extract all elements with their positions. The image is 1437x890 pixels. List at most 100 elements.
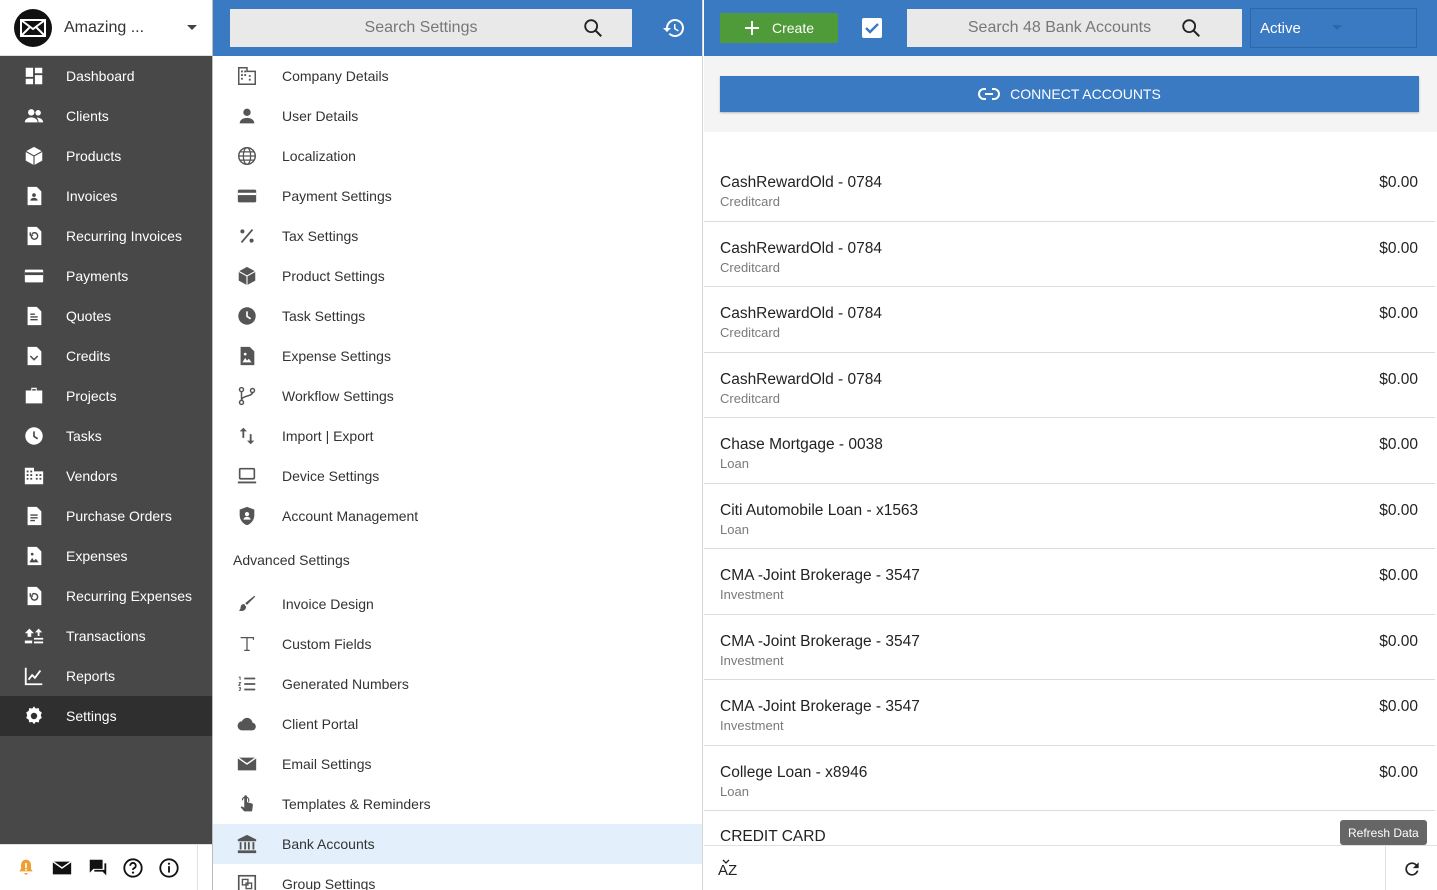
settings-item-invoice-design[interactable]: Invoice Design — [213, 584, 702, 624]
bank-account-row[interactable]: CMA -Joint Brokerage - 3547 Investment $… — [704, 615, 1435, 680]
settings-item-label: Custom Fields — [282, 636, 372, 652]
connect-accounts-button[interactable]: CONNECT ACCOUNTS — [720, 76, 1419, 112]
history-icon[interactable] — [662, 16, 686, 40]
sidebar-item-quotes[interactable]: Quotes — [0, 296, 212, 336]
sidebar-item-recurring-invoices[interactable]: Recurring Invoices — [0, 216, 212, 256]
account-balance: $0.00 — [1379, 436, 1418, 453]
account-balance: $0.00 — [1379, 370, 1418, 388]
account-type: Loan — [720, 521, 749, 537]
bank-account-row[interactable]: CashRewardOld - 0784 Creditcard $0.00 — [704, 353, 1435, 418]
warning-icon[interactable] — [14, 856, 38, 880]
sidebar-item-dashboard[interactable]: Dashboard — [0, 56, 212, 96]
settings-item-localization[interactable]: Localization — [213, 136, 702, 176]
sidebar-item-invoices[interactable]: Invoices — [0, 176, 212, 216]
account-balance: $0.00 — [1379, 239, 1418, 257]
chat-icon[interactable] — [86, 856, 110, 880]
settings-item-expense-settings[interactable]: Expense Settings — [213, 336, 702, 376]
bank-account-row[interactable]: CMA -Joint Brokerage - 3547 Investment $… — [704, 549, 1435, 615]
footer-divider — [197, 844, 199, 890]
expenses-icon — [22, 544, 46, 568]
mail-icon[interactable] — [50, 856, 74, 880]
settings-item-client-portal[interactable]: Client Portal — [213, 704, 702, 744]
account-name: Chase Mortgage - 0038 — [720, 436, 883, 453]
sort-button[interactable]: AZ — [716, 858, 738, 880]
settings-search-placeholder: Search Settings — [364, 19, 478, 36]
chevron-down-icon[interactable] — [186, 24, 198, 32]
refresh-icon — [1404, 861, 1419, 876]
sidebar-item-purchase-orders[interactable]: Purchase Orders — [0, 496, 212, 536]
company-selector[interactable]: Amazing ... — [0, 0, 212, 56]
settings-item-user-details[interactable]: User Details — [213, 96, 702, 136]
status-filter-select[interactable]: Active — [1250, 8, 1417, 48]
payments-icon — [22, 264, 46, 288]
svg-text:AZ: AZ — [718, 862, 737, 879]
settings-item-label: Client Portal — [282, 716, 359, 732]
sidebar-item-tasks[interactable]: Tasks — [0, 416, 212, 456]
bank-account-row[interactable]: CMA -Joint Brokerage - 3547 Investment $… — [704, 680, 1435, 746]
settings-item-generated-numbers[interactable]: Generated Numbers — [213, 664, 702, 704]
settings-item-templates-reminders[interactable]: Templates & Reminders — [213, 784, 702, 824]
settings-item-label: Import | Export — [282, 428, 374, 444]
account-name: CMA -Joint Brokerage - 3547 — [720, 567, 920, 584]
settings-item-custom-fields[interactable]: Custom Fields — [213, 624, 702, 664]
settings-item-label: Email Settings — [282, 756, 372, 772]
settings-item-task-settings[interactable]: Task Settings — [213, 296, 702, 336]
settings-item-account-management[interactable]: Account Management — [213, 496, 702, 536]
sidebar-item-recurring-expenses[interactable]: Recurring Expenses — [0, 576, 212, 616]
sidebar-item-reports[interactable]: Reports — [0, 656, 212, 696]
receipt-image-icon — [235, 344, 259, 368]
settings-search-input[interactable]: Search Settings — [230, 9, 632, 47]
help-icon[interactable] — [121, 856, 145, 880]
clock-icon — [235, 304, 259, 328]
bank-account-row[interactable]: Chase Mortgage - 0038 Loan $0.00 — [704, 418, 1435, 484]
sidebar-item-label: Vendors — [66, 468, 118, 484]
plus-icon — [744, 20, 760, 36]
settings-item-email-settings[interactable]: Email Settings — [213, 744, 702, 784]
info-icon[interactable] — [157, 856, 181, 880]
sidebar-item-label: Expenses — [66, 548, 128, 564]
bank-account-row[interactable]: CashRewardOld - 0784 Creditcard $0.00 — [704, 222, 1435, 287]
bank-account-row[interactable]: Citi Automobile Loan - x1563 Loan $0.00 — [704, 484, 1435, 549]
settings-item-company-details[interactable]: Company Details — [213, 56, 702, 96]
settings-item-workflow-settings[interactable]: Workflow Settings — [213, 376, 702, 416]
sidebar-item-settings[interactable]: Settings — [0, 696, 212, 736]
sidebar-item-credits[interactable]: Credits — [0, 336, 212, 376]
settings-item-group-settings[interactable]: Group Settings — [213, 864, 702, 890]
account-balance: $0.00 — [1379, 567, 1418, 584]
sidebar-item-vendors[interactable]: Vendors — [0, 456, 212, 496]
bank-account-row[interactable]: College Loan - x8946 Loan $0.00 — [704, 746, 1435, 811]
sidebar-item-clients[interactable]: Clients — [0, 96, 212, 136]
list-bottom-bar: AZ — [704, 845, 1437, 890]
account-name: CashRewardOld - 0784 — [720, 370, 882, 388]
settings-item-tax-settings[interactable]: Tax Settings — [213, 216, 702, 256]
bank-account-row[interactable]: CashRewardOld - 0784 Creditcard $0.00 — [704, 156, 1435, 222]
workflow-icon — [235, 384, 259, 408]
quotes-icon — [22, 304, 46, 328]
search-icon[interactable] — [1180, 17, 1232, 39]
account-type: Investment — [720, 652, 784, 668]
sidebar-item-expenses[interactable]: Expenses — [0, 536, 212, 576]
bank-accounts-search-input[interactable]: Search 48 Bank Accounts — [907, 9, 1242, 47]
laptop-icon — [235, 464, 259, 488]
settings-item-import-export[interactable]: Import | Export — [213, 416, 702, 456]
sidebar-item-projects[interactable]: Projects — [0, 376, 212, 416]
settings-item-device-settings[interactable]: Device Settings — [213, 456, 702, 496]
multiselect-checkbox[interactable] — [862, 18, 882, 38]
search-icon[interactable] — [582, 17, 624, 39]
sidebar-item-transactions[interactable]: Transactions — [0, 616, 212, 656]
settings-item-payment-settings[interactable]: Payment Settings — [213, 176, 702, 216]
sidebar-item-products[interactable]: Products — [0, 136, 212, 176]
bank-account-row-partial[interactable]: CREDIT CARD — [720, 828, 826, 846]
connect-accounts-label: CONNECT ACCOUNTS — [1010, 86, 1161, 102]
credits-icon — [22, 344, 46, 368]
settings-item-bank-accounts[interactable]: Bank Accounts — [213, 824, 702, 864]
create-button[interactable]: Create — [720, 13, 838, 43]
sidebar-item-payments[interactable]: Payments — [0, 256, 212, 296]
bank-account-row[interactable]: CashRewardOld - 0784 Creditcard $0.00 — [704, 287, 1435, 353]
account-type: Creditcard — [720, 259, 780, 275]
recurring-expenses-icon — [22, 584, 46, 608]
invoices-icon — [22, 184, 46, 208]
refresh-button[interactable] — [1385, 846, 1437, 890]
settings-item-product-settings[interactable]: Product Settings — [213, 256, 702, 296]
settings-toolbar: Search Settings — [213, 0, 702, 56]
